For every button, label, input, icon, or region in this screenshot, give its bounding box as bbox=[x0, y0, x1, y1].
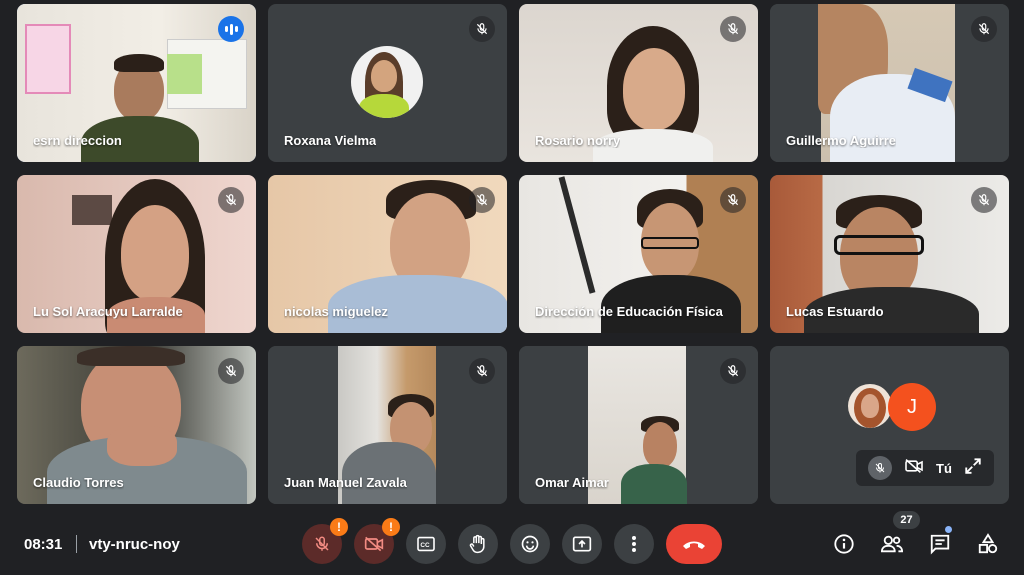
participant-name: Omar Aimar bbox=[535, 475, 609, 490]
participant-tile[interactable]: Guillermo Aguirre bbox=[770, 4, 1009, 162]
mic-off-icon bbox=[971, 187, 997, 213]
people-button[interactable] bbox=[880, 532, 904, 556]
chat-icon bbox=[930, 534, 950, 555]
end-call-icon bbox=[683, 541, 705, 549]
self-controls: Tú bbox=[856, 450, 994, 486]
participant-tile[interactable]: Rosario norry bbox=[519, 4, 758, 162]
speaking-icon bbox=[218, 16, 244, 42]
warning-badge: ! bbox=[382, 518, 400, 536]
emoji-icon bbox=[521, 535, 539, 553]
self-avatar: J bbox=[888, 383, 936, 431]
camera-button[interactable]: ! bbox=[354, 518, 400, 564]
mic-off-icon bbox=[218, 187, 244, 213]
mic-off-icon bbox=[720, 16, 746, 42]
meeting-details-button[interactable] bbox=[832, 532, 856, 556]
mic-off-icon bbox=[469, 187, 495, 213]
participant-name: esrn direccion bbox=[33, 133, 122, 148]
captions-button[interactable]: CC bbox=[406, 524, 446, 564]
raise-hand-icon bbox=[469, 534, 485, 554]
raise-hand-button[interactable] bbox=[458, 524, 498, 564]
reactions-button[interactable] bbox=[510, 524, 550, 564]
participant-tile[interactable]: esrn direccion bbox=[17, 4, 256, 162]
participant-name: Roxana Vielma bbox=[284, 133, 377, 148]
mic-off-icon bbox=[218, 358, 244, 384]
captions-icon: CC bbox=[417, 536, 435, 552]
bottom-bar: 08:31 vty-nruc-noy ! ! CC bbox=[0, 512, 1024, 575]
participant-name: Lucas Estuardo bbox=[786, 304, 884, 319]
participant-name: Rosario norry bbox=[535, 133, 621, 148]
present-icon bbox=[572, 536, 592, 552]
participant-tile[interactable]: Claudio Torres bbox=[17, 346, 256, 504]
participant-tile[interactable]: Lu Sol Aracuyu Larralde bbox=[17, 175, 256, 333]
mic-off-icon bbox=[720, 358, 746, 384]
participant-avatar bbox=[848, 384, 892, 428]
mic-off-icon bbox=[720, 187, 746, 213]
mic-off-icon bbox=[469, 358, 495, 384]
participant-avatar bbox=[351, 46, 423, 118]
present-button[interactable] bbox=[562, 524, 602, 564]
participant-tile[interactable]: Roxana Vielma bbox=[268, 4, 507, 162]
participant-tile[interactable]: Juan Manuel Zavala bbox=[268, 346, 507, 504]
mic-off-icon bbox=[315, 536, 329, 551]
info-icon bbox=[834, 534, 854, 554]
more-icon bbox=[632, 536, 636, 552]
mic-off-icon bbox=[971, 16, 997, 42]
camera-off-icon[interactable] bbox=[904, 458, 924, 479]
notification-dot bbox=[945, 526, 952, 533]
participant-name: Juan Manuel Zavala bbox=[284, 475, 407, 490]
self-label: Tú bbox=[936, 460, 952, 476]
activities-icon bbox=[978, 533, 998, 554]
more-options-button[interactable] bbox=[614, 524, 654, 564]
participant-count-badge: 27 bbox=[893, 511, 920, 529]
warning-badge: ! bbox=[330, 518, 348, 536]
participant-name: Claudio Torres bbox=[33, 475, 124, 490]
participant-tile[interactable]: Omar Aimar bbox=[519, 346, 758, 504]
chat-button[interactable] bbox=[928, 532, 952, 556]
people-icon bbox=[880, 535, 904, 553]
participant-tile[interactable]: Dirección de Educación Física bbox=[519, 175, 758, 333]
meeting-time: 08:31 bbox=[24, 536, 63, 553]
mic-off-icon[interactable] bbox=[868, 456, 892, 480]
self-tile[interactable]: J Tú bbox=[770, 346, 1009, 504]
expand-icon[interactable] bbox=[964, 457, 982, 480]
mic-off-icon bbox=[469, 16, 495, 42]
divider bbox=[76, 535, 77, 553]
svg-text:CC: CC bbox=[420, 542, 430, 549]
participant-name: Dirección de Educación Física bbox=[535, 304, 723, 319]
leave-call-button[interactable] bbox=[666, 524, 722, 564]
participant-tile[interactable]: Lucas Estuardo bbox=[770, 175, 1009, 333]
camera-off-icon bbox=[364, 536, 384, 552]
microphone-button[interactable]: ! bbox=[302, 518, 348, 564]
meeting-code: vty-nruc-noy bbox=[89, 536, 180, 553]
participant-name: nicolas miguelez bbox=[284, 304, 389, 319]
participant-name: Lu Sol Aracuyu Larralde bbox=[33, 304, 183, 319]
participant-tile[interactable]: nicolas miguelez bbox=[268, 175, 507, 333]
activities-button[interactable] bbox=[976, 532, 1000, 556]
participant-name: Guillermo Aguirre bbox=[786, 133, 897, 148]
